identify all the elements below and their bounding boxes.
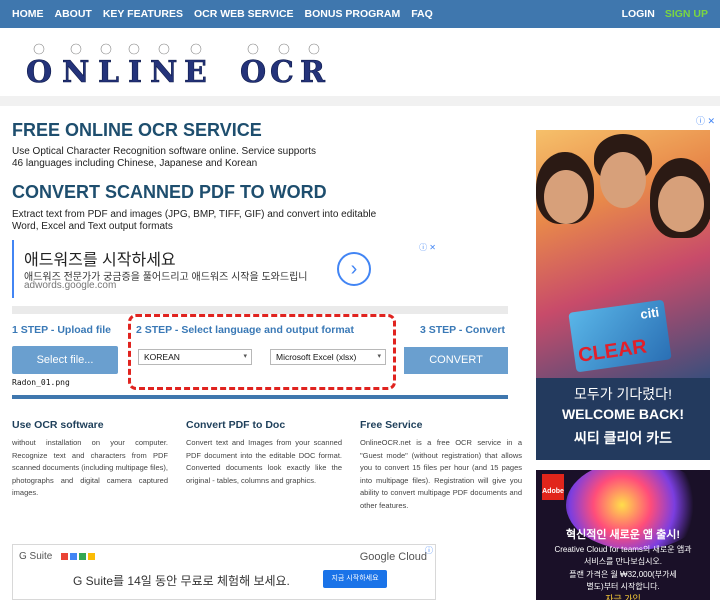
ad-line-2: WELCOME BACK! [561, 406, 685, 422]
calendar-icon [70, 553, 77, 560]
convert-button[interactable]: CONVERT [404, 347, 508, 374]
ad-text-panel: 모두가 기다렸다! WELCOME BACK! 씨티 클리어 카드 [536, 378, 710, 460]
steps-top-bar [12, 306, 508, 314]
adwords-ad[interactable]: 애드워즈를 시작하세요 애드워즈 전문가가 궁금증을 풀어드리고 애드워즈 시작… [12, 240, 440, 298]
online-ocr-logo[interactable]: O N L I N E O C R [22, 42, 332, 90]
docs-icon [88, 553, 95, 560]
select-file-button[interactable]: Select file... [12, 346, 118, 374]
ad-title[interactable]: 애드워즈를 시작하세요 [24, 246, 176, 270]
intro-line-2: 46 languages including Chinese, Japanese… [12, 158, 258, 169]
svg-text:O: O [26, 55, 52, 90]
step3-title: 3 STEP - Convert [420, 324, 505, 336]
svg-text:C: C [270, 55, 294, 90]
login-link[interactable]: LOGIN [622, 8, 655, 20]
ad-arrow-icon[interactable]: › [337, 252, 371, 286]
adobe-line-4: 별도)부터 시작합니다. [586, 582, 660, 591]
gsuite-label: G Suite [19, 551, 53, 562]
auth-links: LOGIN SIGN UP [622, 8, 708, 20]
top-navbar: HOME ABOUT KEY FEATURES OCR WEB SERVICE … [0, 0, 720, 28]
nav-faq[interactable]: FAQ [411, 8, 433, 20]
highlight-box [128, 314, 396, 390]
intro-line-1: Use Optical Character Recognition softwa… [12, 146, 317, 157]
svg-text:N: N [62, 55, 89, 90]
svg-text:L: L [98, 55, 119, 90]
gsuite-app-icons [61, 553, 95, 560]
nav-about[interactable]: ABOUT [55, 8, 92, 20]
nav-bonus-program[interactable]: BONUS PROGRAM [305, 8, 401, 20]
info-col1-title: Use OCR software [12, 419, 104, 431]
info-col1-text: without installation on your computer. R… [12, 438, 168, 497]
ad-accent-bar [12, 240, 14, 298]
nav-links: HOME ABOUT KEY FEATURES OCR WEB SERVICE … [12, 8, 433, 20]
page-title: FREE ONLINE OCR SERVICE [12, 120, 262, 140]
svg-text:N: N [150, 55, 177, 90]
card-clear-label: CLEAR [576, 335, 649, 367]
drive-icon [79, 553, 86, 560]
gsuite-start-button[interactable]: 지금 시작하세요 [323, 570, 387, 588]
signup-link[interactable]: SIGN UP [665, 8, 708, 20]
gsuite-ad-text[interactable]: G Suite를 14일 동안 무료로 체험해 보세요. [73, 572, 290, 589]
svg-text:R: R [300, 55, 326, 90]
steps-bottom-bar [12, 395, 508, 399]
adobe-cta-link[interactable]: 자금 가입 [536, 592, 710, 600]
svg-text:E: E [184, 55, 207, 90]
logo-area: O N L I N E O C R [0, 28, 720, 96]
svg-text:O: O [240, 55, 266, 90]
adobe-headline: 혁신적인 새로운 앱 출시! [565, 529, 681, 541]
section-line-1: Extract text from PDF and images (JPG, B… [12, 209, 377, 220]
adobe-line-2: 서비스를 만나보십시오. [583, 557, 663, 566]
selected-filename: Radon_01.png [12, 378, 70, 387]
citi-card-ad[interactable]: citi CLEAR 모두가 기다렸다! WELCOME BACK! 씨티 클리… [536, 130, 710, 460]
info-col2-text: Convert text and Images from your scanne… [186, 438, 342, 485]
ad-url[interactable]: adwords.google.com [24, 280, 116, 291]
step1-title: 1 STEP - Upload file [12, 324, 111, 336]
gmail-icon [61, 553, 68, 560]
ad-choices-icon[interactable]: ⓘ [425, 545, 433, 556]
section-line-2: Word, Excel and Text output formats [12, 221, 173, 232]
info-col3-title: Free Service [360, 419, 423, 431]
logo-divider [0, 96, 720, 106]
info-col2-title: Convert PDF to Doc [186, 419, 286, 431]
adobe-line-1: Creative Cloud for teams의 새로운 앱과 [554, 545, 692, 554]
face-shape [658, 176, 704, 232]
google-cloud-logo: Google Cloud [359, 551, 427, 563]
ad-line-1: 모두가 기다렸다! [574, 386, 672, 402]
face-shape [600, 152, 646, 208]
ad-info-icon[interactable]: ⓘ ✕ [696, 114, 715, 127]
svg-text:I: I [128, 55, 142, 90]
ad-choices-icon[interactable]: ⓘ ✕ [419, 242, 436, 253]
citi-logo: citi [639, 304, 661, 322]
nav-ocr-web-service[interactable]: OCR WEB SERVICE [194, 8, 294, 20]
adobe-ad[interactable]: Adobe 혁신적인 새로운 앱 출시! Creative Cloud for … [536, 470, 710, 600]
gsuite-ad[interactable]: G Suite Google Cloud G Suite를 14일 동안 무료로… [12, 544, 436, 600]
nav-key-features[interactable]: KEY FEATURES [103, 8, 183, 20]
adobe-line-3: 플랜 가격은 월 ₩32,000(부가세 [569, 570, 677, 579]
face-shape [544, 170, 588, 224]
nav-home[interactable]: HOME [12, 8, 44, 20]
ad-line-3: 씨티 클리어 카드 [574, 430, 672, 446]
section-title: CONVERT SCANNED PDF TO WORD [12, 182, 327, 202]
info-col3-text: OnlineOCR.net is a free OCR service in a… [360, 438, 522, 510]
adobe-logo: Adobe [542, 474, 564, 500]
